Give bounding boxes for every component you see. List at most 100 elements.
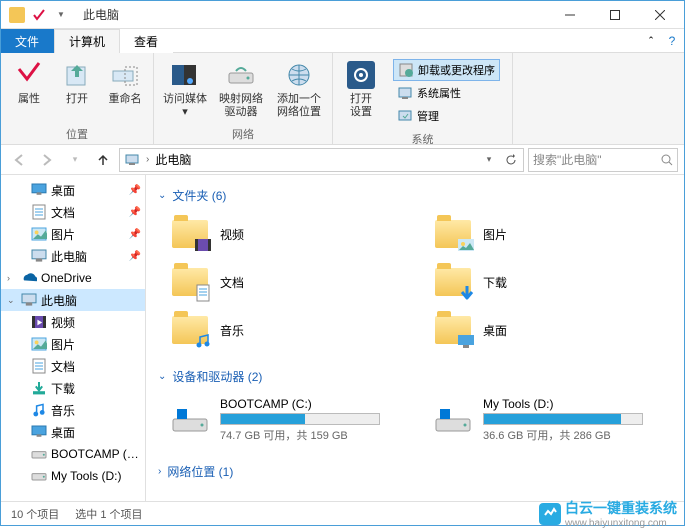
open-settings-button[interactable]: 打开 设置 [339,57,383,129]
recent-dropdown[interactable]: ▾ [63,148,87,172]
pin-icon: 📌 [129,251,141,262]
add-location-icon [283,59,315,91]
map-drive-icon [225,59,257,91]
tree-item-music[interactable]: 音乐 [1,399,145,421]
navigation-pane[interactable]: 桌面📌文档📌图片📌此电脑📌›OneDrive⌄此电脑视频图片文档下载音乐桌面BO… [1,175,146,501]
tree-item-doc[interactable]: 文档📌 [1,201,145,223]
section-folders[interactable]: ⌄文件夹 (6) [158,187,672,204]
refresh-icon[interactable] [503,154,519,166]
manage-button[interactable]: 管理 [393,105,500,127]
pic-icon [31,226,47,242]
tree-item-pc[interactable]: ⌄此电脑 [1,289,145,311]
content-pane[interactable]: ⌄文件夹 (6) 视频图片文档下载音乐桌面 ⌄设备和驱动器 (2) BOOTCA… [146,175,684,501]
body: 桌面📌文档📌图片📌此电脑📌›OneDrive⌄此电脑视频图片文档下载音乐桌面BO… [1,175,684,501]
ribbon: 属性 打开 重命名 位置 访问媒体 ▾ [1,53,684,145]
open-button[interactable]: 打开 [55,57,99,124]
system-properties-button[interactable]: 系统属性 [393,82,500,104]
tree-item-doc[interactable]: 文档 [1,355,145,377]
search-input[interactable]: 搜索"此电脑" [528,148,678,172]
folder-icon [433,312,473,348]
folder-icon [170,312,210,348]
drive-icon [31,446,47,462]
map-drive-button[interactable]: 映射网络 驱动器 [214,57,268,124]
chevron-down-icon: ⌄ [158,190,166,201]
minimize-button[interactable] [547,1,592,29]
drive-icon [170,400,210,440]
section-network[interactable]: ›网络位置 (1) [158,463,672,480]
chevron-down-icon: ⌄ [158,371,166,382]
pc-icon [31,248,47,264]
folder-desktop[interactable]: 桌面 [429,308,672,352]
tree-item-pc[interactable]: 此电脑📌 [1,245,145,267]
ribbon-group-network: 访问媒体 ▾ 映射网络 驱动器 添加一个 网络位置 网络 [154,53,333,144]
window-title: 此电脑 [83,6,119,23]
drive-icon [31,468,47,484]
folder-icon [433,216,473,252]
folder-music[interactable]: 音乐 [166,308,409,352]
tree-item-drive[interactable]: My Tools (D:) [1,465,145,487]
tree-item-desktop[interactable]: 桌面 [1,421,145,443]
address-bar: ▾ › 此电脑 ▾ 搜索"此电脑" [1,145,684,175]
properties-button[interactable]: 属性 [7,57,51,124]
ribbon-collapse-icon[interactable]: ⌃ [642,29,660,53]
rename-icon [109,59,141,91]
breadcrumb: 此电脑 [155,151,191,168]
section-devices[interactable]: ⌄设备和驱动器 (2) [158,368,672,385]
tree-item-pic[interactable]: 图片 [1,333,145,355]
manage-icon [397,108,413,124]
help-icon[interactable]: ? [660,29,684,53]
doc-icon [31,204,47,220]
pin-icon: 📌 [129,207,141,218]
tree-item-dl[interactable]: 下载 [1,377,145,399]
rename-button[interactable]: 重命名 [103,57,147,124]
doc-icon [31,358,47,374]
back-button[interactable] [7,148,31,172]
chevron-icon[interactable]: › [7,273,10,283]
folder-dl[interactable]: 下载 [429,260,672,304]
folder-icon [170,264,210,300]
quick-access-toolbar: ▼ [3,5,75,25]
chevron-right-icon: › [158,466,161,477]
chevron-icon[interactable]: ⌄ [7,295,15,306]
open-icon [61,59,93,91]
search-icon [661,154,673,166]
tree-item-onedrive[interactable]: ›OneDrive [1,267,145,289]
tree-item-video[interactable]: 视频 [1,311,145,333]
address-dropdown-icon[interactable]: ▾ [481,154,497,165]
folder-doc[interactable]: 文档 [166,260,409,304]
tree-item-drive[interactable]: BOOTCAMP (C:) [1,443,145,465]
properties-icon [13,59,45,91]
titlebar: ▼ 此电脑 [1,1,684,29]
uninstall-button[interactable]: 卸载或更改程序 [393,59,500,81]
folder-pic[interactable]: 图片 [429,212,672,256]
access-media-button[interactable]: 访问媒体 ▾ [160,57,210,124]
sysprops-icon [397,85,413,101]
drive-item[interactable]: BOOTCAMP (C:) 74.7 GB 可用，共 159 GB [166,393,409,447]
pic-icon [31,336,47,352]
address-field[interactable]: › 此电脑 ▾ [119,148,524,172]
add-location-button[interactable]: 添加一个 网络位置 [272,57,326,124]
desktop-icon [31,182,47,198]
tree-item-desktop[interactable]: 桌面📌 [1,179,145,201]
qat-properties-icon[interactable] [29,5,49,25]
drive-item[interactable]: My Tools (D:) 36.6 GB 可用，共 286 GB [429,393,672,447]
folder-video[interactable]: 视频 [166,212,409,256]
close-button[interactable] [637,1,682,29]
drive-icon [433,400,473,440]
maximize-button[interactable] [592,1,637,29]
tab-file[interactable]: 文件 [1,29,54,53]
folder-icon [170,216,210,252]
tree-item-pic[interactable]: 图片📌 [1,223,145,245]
settings-icon [345,59,377,91]
tab-view[interactable]: 查看 [120,29,173,53]
ribbon-tabs: 文件 计算机 查看 ⌃ ? [1,29,684,53]
tab-computer[interactable]: 计算机 [54,29,120,53]
ribbon-group-location: 属性 打开 重命名 位置 [1,53,154,144]
pc-icon [124,152,140,168]
qat-dropdown-icon[interactable]: ▼ [51,5,71,25]
music-icon [31,402,47,418]
forward-button[interactable] [35,148,59,172]
media-icon [169,59,201,91]
up-button[interactable] [91,148,115,172]
pc-icon [21,292,37,308]
